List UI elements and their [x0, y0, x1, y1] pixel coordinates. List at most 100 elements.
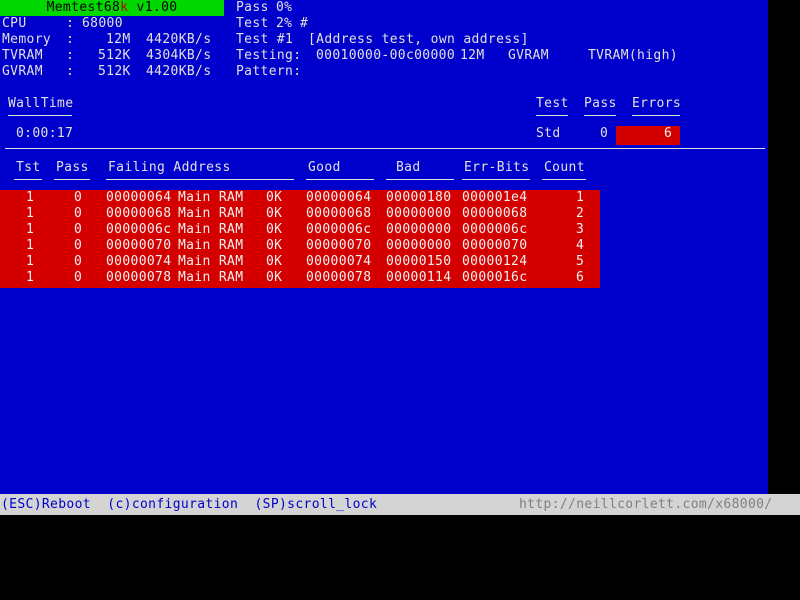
row-errbits: 0000006c: [462, 222, 528, 237]
row-errbits: 00000068: [462, 206, 528, 221]
col-header-good-rule: [306, 179, 374, 180]
testing-region-2: TVRAM(high): [588, 48, 678, 63]
test-percent: 2%: [276, 16, 293, 31]
testing-region-1: GVRAM: [508, 48, 549, 63]
row-offset: 0K: [266, 206, 283, 221]
summary-test-value: Std: [536, 126, 561, 141]
col-header-tst-rule: [14, 179, 42, 180]
col-header-errbits: Err-Bits: [464, 160, 530, 175]
row-address: 00000068: [106, 206, 172, 221]
memtest-screen: Memtest68k v1.00 CPU : 68000 Memory : 12…: [0, 0, 800, 600]
row-pass: 0: [74, 254, 83, 269]
row-pass: 0: [74, 270, 83, 285]
summary-header-pass: Pass: [584, 96, 617, 111]
row-bad: 00000180: [386, 190, 452, 205]
error-table: 1 0 00000064 Main RAM 0K 00000064 000001…: [0, 190, 600, 288]
summary-header-pass-rule: [584, 115, 616, 116]
row-bad: 00000000: [386, 206, 452, 221]
row-offset: 0K: [266, 222, 283, 237]
col-header-good: Good: [308, 160, 341, 175]
row-errbits: 0000016c: [462, 270, 528, 285]
row-region: Main RAM: [178, 270, 244, 285]
cpu-value: 68000: [82, 16, 123, 31]
col-header-address: Failing Address: [108, 160, 231, 175]
walltime-value: 0:00:17: [16, 126, 74, 141]
row-pass: 0: [74, 190, 83, 205]
row-pass: 0: [74, 238, 83, 253]
row-count: 5: [576, 254, 585, 269]
test-number: Test #1: [236, 32, 294, 47]
memory-value: 12M: [106, 32, 131, 47]
walltime-header-rule: [8, 115, 72, 116]
cpu-colon: :: [66, 16, 75, 31]
row-offset: 0K: [266, 238, 283, 253]
row-address: 0000006c: [106, 222, 172, 237]
status-bar-url: http://neillcorlett.com/x68000/: [519, 497, 773, 512]
row-offset: 0K: [266, 190, 283, 205]
pattern-label: Pattern:: [236, 64, 302, 79]
test-progress-bar: #: [300, 16, 309, 31]
row-tst: 1: [26, 238, 35, 253]
row-pass: 0: [74, 222, 83, 237]
gvram-rate: 4420KB/s: [146, 64, 212, 79]
col-header-errbits-rule: [462, 179, 530, 180]
row-good: 00000078: [306, 270, 372, 285]
gvram-colon: :: [66, 64, 75, 79]
row-count: 3: [576, 222, 585, 237]
row-tst: 1: [26, 190, 35, 205]
row-offset: 0K: [266, 254, 283, 269]
app-title: Memtest68k v1.00: [0, 0, 224, 16]
app-title-suffix: v1.00: [128, 0, 178, 15]
row-tst: 1: [26, 254, 35, 269]
walltime-header: WallTime: [8, 96, 74, 111]
row-offset: 0K: [266, 270, 283, 285]
col-header-pass: Pass: [56, 160, 89, 175]
row-count: 6: [576, 270, 585, 285]
row-address: 00000074: [106, 254, 172, 269]
summary-header-errors-rule: [632, 115, 680, 116]
col-header-pass-rule: [54, 179, 90, 180]
memory-rate: 4420KB/s: [146, 32, 212, 47]
row-errbits: 00000070: [462, 238, 528, 253]
testing-size: 12M: [460, 48, 485, 63]
summary-errors-value: 6: [664, 126, 673, 141]
row-count: 2: [576, 206, 585, 221]
col-header-tst: Tst: [16, 160, 41, 175]
testing-label: Testing:: [236, 48, 302, 63]
status-bar-shortcuts[interactable]: (ESC)Reboot (c)configuration (SP)scroll_…: [1, 496, 377, 514]
tvram-value: 512K: [98, 48, 131, 63]
row-address: 00000064: [106, 190, 172, 205]
row-good: 0000006c: [306, 222, 372, 237]
test-description: [Address test, own address]: [308, 32, 529, 47]
row-region: Main RAM: [178, 222, 244, 237]
section-divider: [5, 148, 765, 149]
col-header-bad: Bad: [396, 160, 421, 175]
row-count: 1: [576, 190, 585, 205]
pass-label: Pass: [236, 0, 269, 15]
testing-range: 00010000-00c00000: [316, 48, 456, 63]
test-label: Test: [236, 16, 269, 31]
row-region: Main RAM: [178, 238, 244, 253]
title-bar: Memtest68k v1.00: [0, 0, 224, 16]
app-title-prefix: Memtest68: [46, 0, 121, 15]
row-errbits: 00000124: [462, 254, 528, 269]
row-bad: 00000000: [386, 238, 452, 253]
row-bad: 00000114: [386, 270, 452, 285]
row-tst: 1: [26, 270, 35, 285]
summary-header-errors: Errors: [632, 96, 682, 111]
row-region: Main RAM: [178, 254, 244, 269]
summary-pass-value: 0: [600, 126, 609, 141]
row-pass: 0: [74, 206, 83, 221]
col-header-address-rule: [106, 179, 294, 180]
col-header-count: Count: [544, 160, 585, 175]
row-good: 00000068: [306, 206, 372, 221]
cpu-label: CPU: [2, 16, 27, 31]
row-errbits: 000001e4: [462, 190, 528, 205]
row-count: 4: [576, 238, 585, 253]
row-region: Main RAM: [178, 206, 244, 221]
row-address: 00000070: [106, 238, 172, 253]
row-bad: 00000150: [386, 254, 452, 269]
summary-header-test-rule: [536, 115, 568, 116]
memory-label: Memory: [2, 32, 52, 47]
row-region: Main RAM: [178, 190, 244, 205]
